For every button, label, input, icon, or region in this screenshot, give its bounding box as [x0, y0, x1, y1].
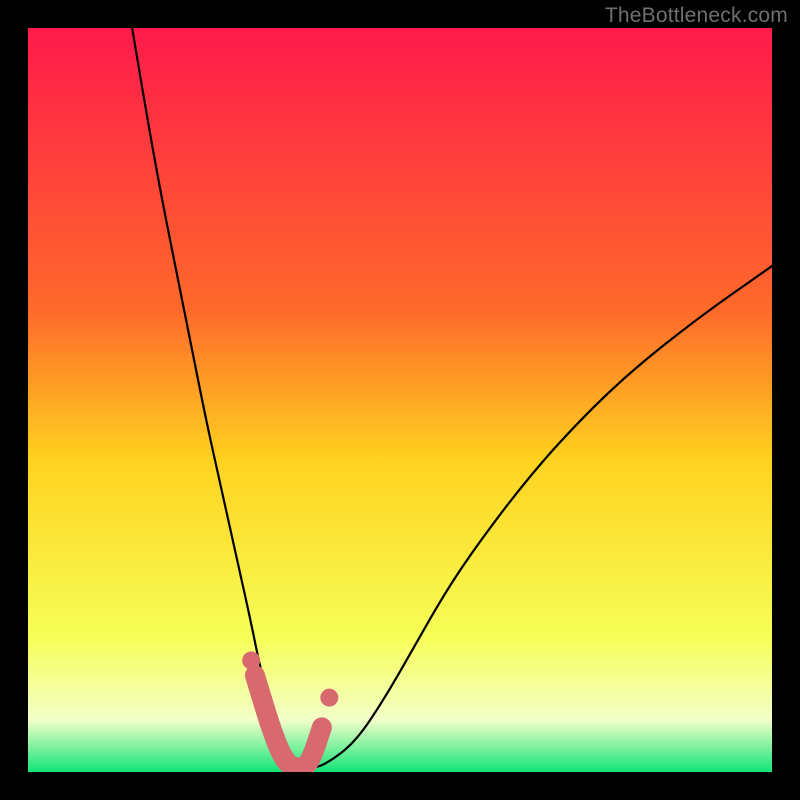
watermark-text: TheBottleneck.com	[605, 4, 788, 28]
accent-dot	[242, 651, 260, 669]
accent-dot	[320, 689, 338, 707]
outer-frame: TheBottleneck.com	[0, 0, 800, 800]
bottleneck-chart	[28, 28, 772, 772]
gradient-bg	[28, 28, 772, 772]
